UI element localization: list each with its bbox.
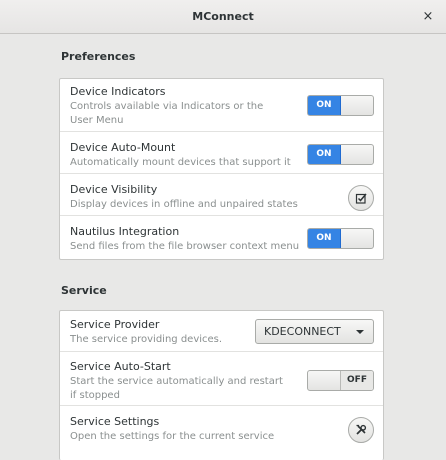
row-subtitle: Controls available via Indicators or the… (70, 101, 264, 126)
preferences-panel: Device Indicators Controls available via… (59, 78, 384, 260)
row-divider (60, 131, 383, 132)
row-subtitle: Automatically mount devices that support… (70, 157, 291, 168)
row-divider (60, 215, 383, 216)
row-subtitle: Open the settings for the current servic… (70, 431, 275, 442)
dropdown-value: KDECONNECT (264, 325, 341, 338)
device-visibility-button[interactable] (348, 185, 374, 211)
service-settings-row: Service Settings Open the settings for t… (70, 415, 375, 444)
service-auto-start-switch[interactable]: OFF (307, 370, 374, 391)
device-auto-mount-switch[interactable]: ON (307, 144, 374, 165)
switch-state: ON (308, 145, 341, 164)
row-divider (60, 173, 383, 174)
row-divider (60, 405, 383, 406)
service-heading: Service (61, 284, 107, 297)
device-visibility-row: Device Visibility Display devices in off… (70, 183, 375, 212)
tools-icon (356, 424, 367, 435)
nautilus-integration-switch[interactable]: ON (307, 228, 374, 249)
row-subtitle: The service providing devices. (70, 334, 223, 345)
close-icon[interactable]: × (420, 9, 436, 25)
service-panel: Service Provider The service providing d… (59, 310, 384, 460)
switch-state: ON (308, 96, 341, 115)
row-divider (60, 351, 383, 352)
row-subtitle: Display devices in offline and unpaired … (70, 199, 298, 210)
row-title: Device Visibility (70, 183, 158, 196)
preferences-heading: Preferences (61, 50, 136, 63)
row-title: Service Settings (70, 415, 160, 428)
chevron-down-icon (356, 330, 364, 334)
service-provider-dropdown[interactable]: KDECONNECT (255, 319, 374, 344)
switch-state: OFF (340, 371, 373, 390)
row-subtitle: Start the service automatically and rest… (70, 376, 283, 401)
window-title: MConnect (192, 10, 254, 23)
device-indicators-switch[interactable]: ON (307, 95, 374, 116)
switch-state: ON (308, 229, 341, 248)
service-settings-button[interactable] (348, 417, 374, 443)
title-bar: MConnect × (0, 0, 446, 34)
checkbox-icon (355, 193, 367, 204)
row-subtitle: Send files from the file browser context… (70, 241, 300, 252)
